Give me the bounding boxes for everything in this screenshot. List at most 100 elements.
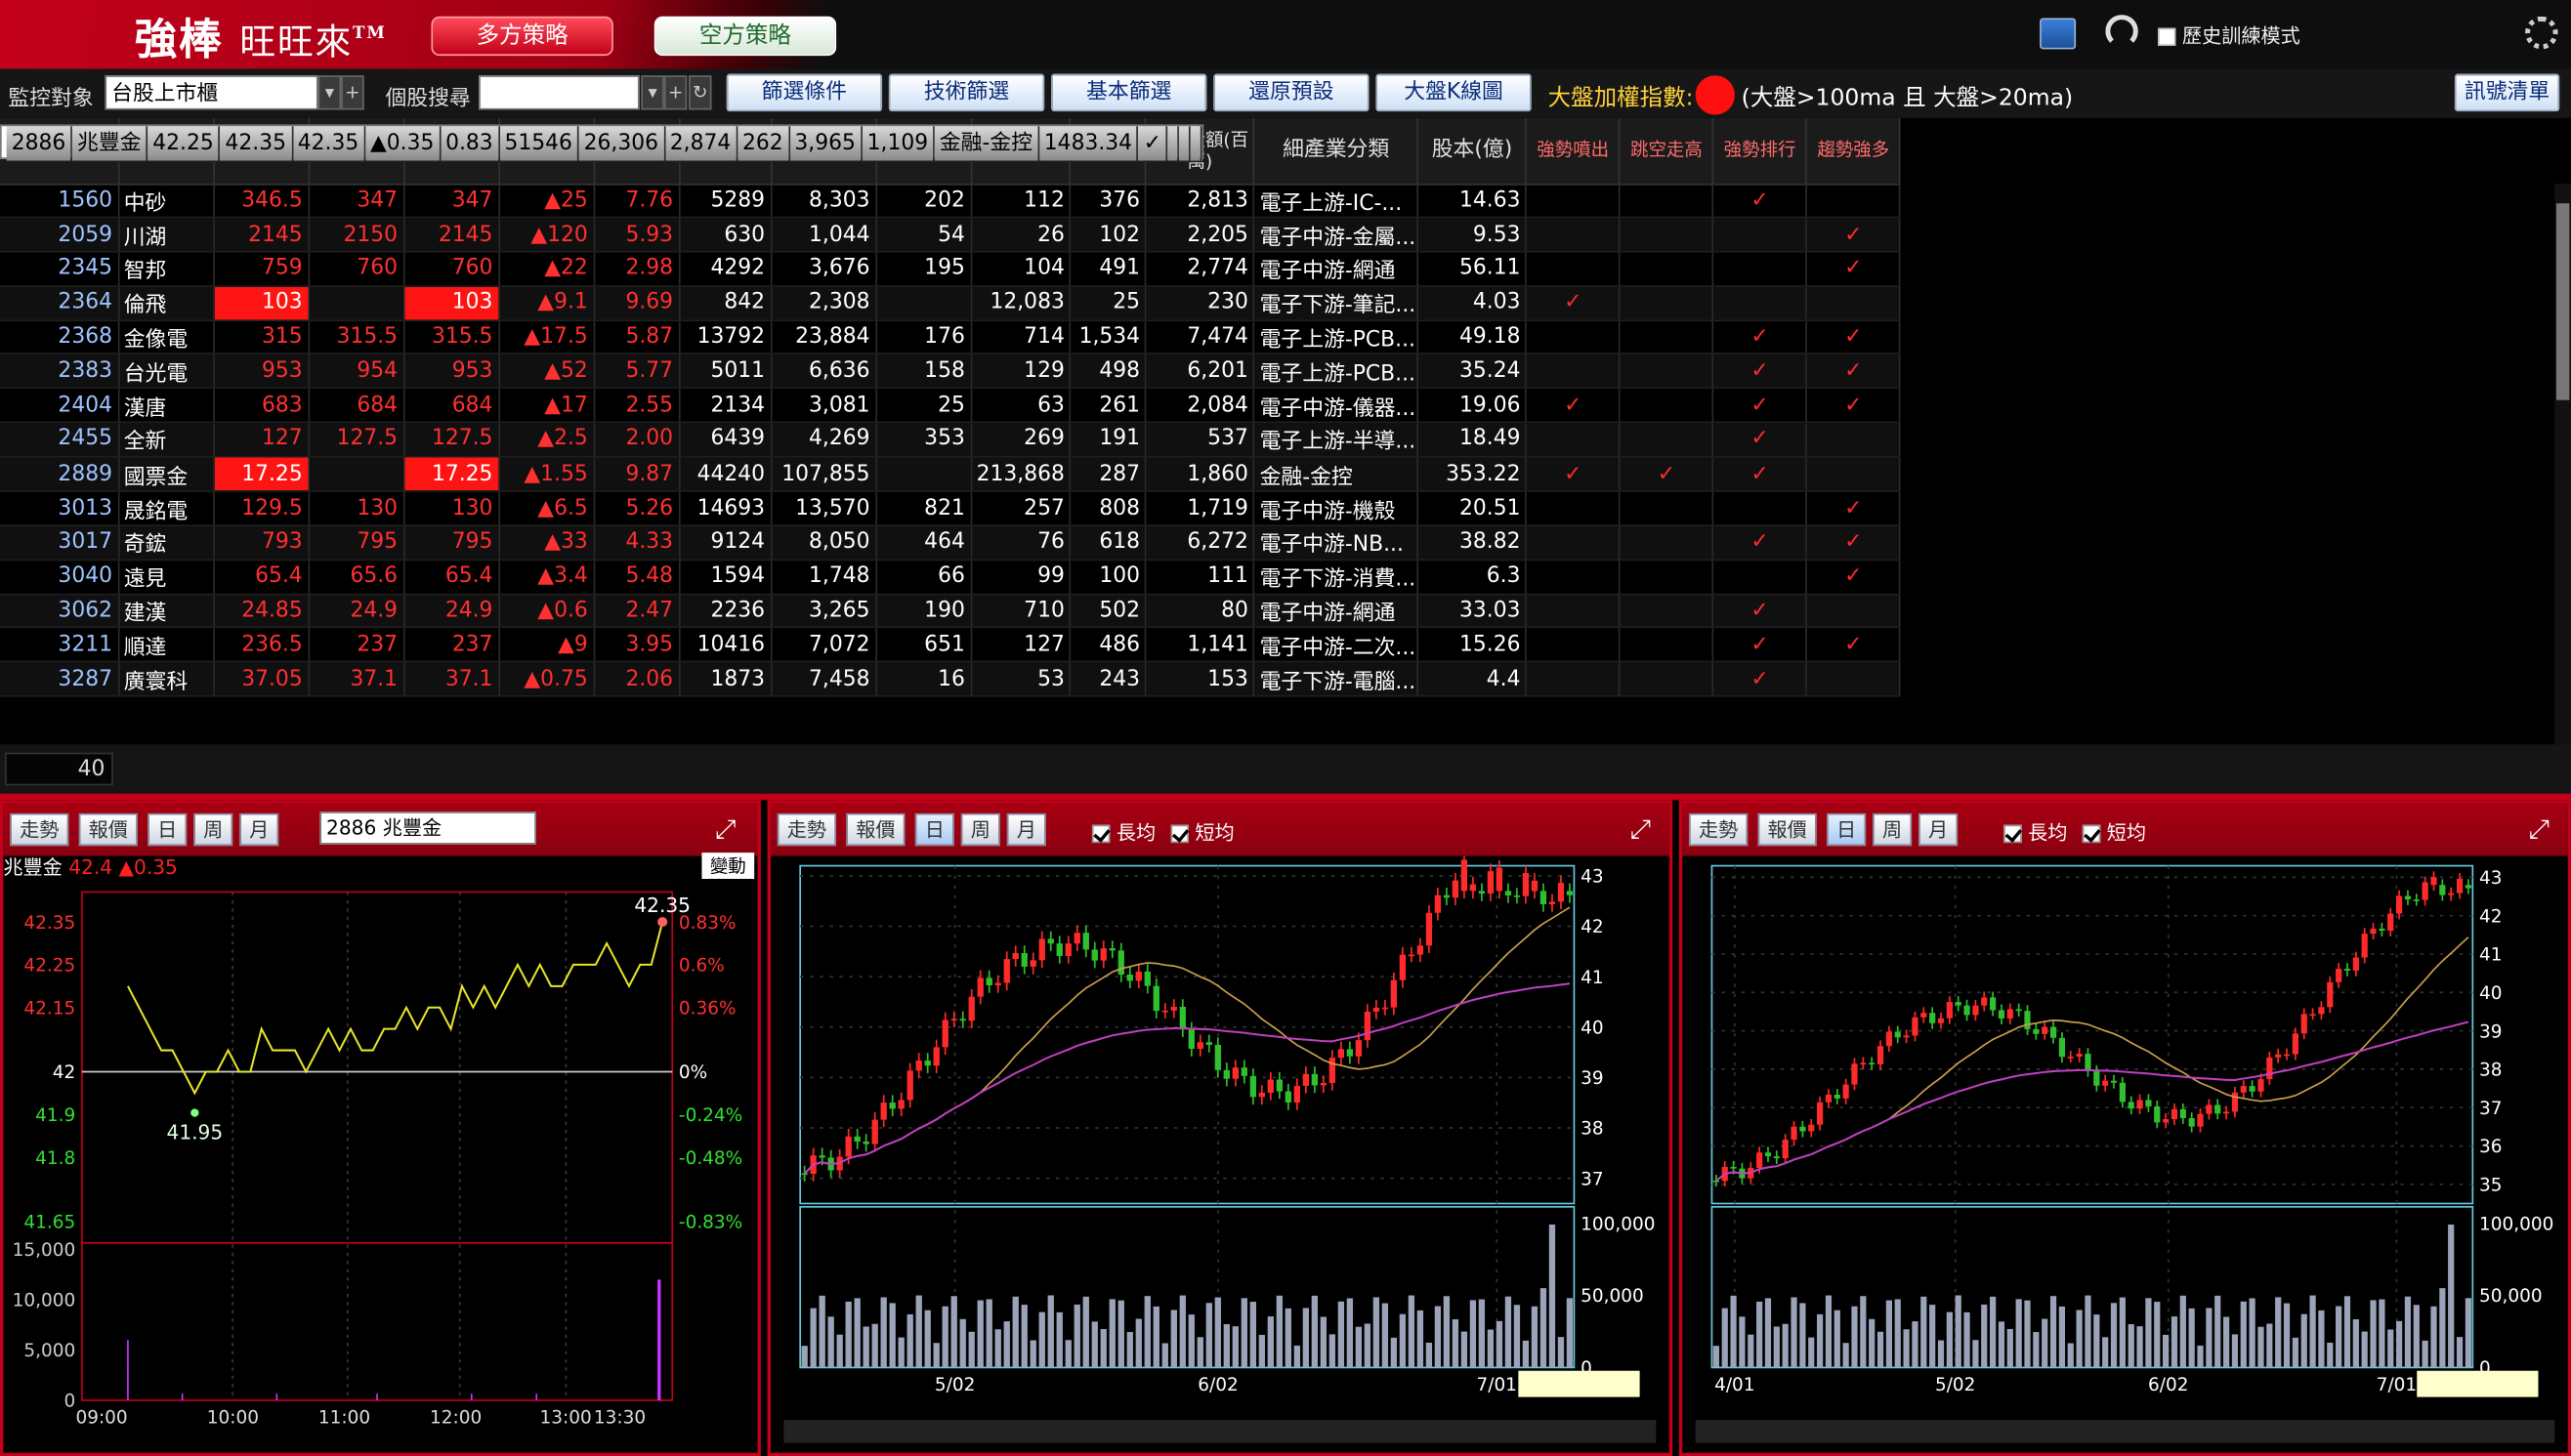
column-header[interactable]: 趨勢強多: [1806, 117, 1901, 185]
cell-bid: 17.25: [213, 457, 310, 493]
tab-trend[interactable]: 走勢: [10, 812, 69, 847]
plus-icon[interactable]: +: [663, 75, 688, 110]
refresh-icon[interactable]: ↻: [689, 75, 712, 110]
row-count[interactable]: 40: [5, 752, 113, 786]
expand-icon[interactable]: ⤢: [715, 813, 748, 847]
tab-day[interactable]: 日: [914, 812, 954, 847]
long-ma-checkbox[interactable]: [2003, 824, 2022, 844]
calendar-icon[interactable]: [2040, 18, 2077, 50]
table-row[interactable]: 1560 中砂 346.5 347 347 ▲25 7.76 5289 8,303 202 112 3…: [0, 184, 1901, 219]
fundamental-filter-button[interactable]: 基本篩選: [1050, 73, 1207, 112]
cell-ask: 684: [308, 388, 404, 424]
market-kline-button[interactable]: 大盤K線圖: [1375, 73, 1532, 112]
price-tick-label: 42.35: [23, 913, 75, 934]
monitor-select[interactable]: 台股上市櫃: [105, 75, 318, 110]
volume-bar: [827, 1316, 834, 1368]
short-ma-checkbox[interactable]: [2082, 824, 2101, 844]
candle-body: [2343, 969, 2351, 971]
table-row[interactable]: 2059 川湖 2145 2150 2145 ▲120 5.93 630 1,044 54 26 10…: [0, 217, 1901, 253]
tab-week[interactable]: 周: [193, 812, 233, 847]
app-window: 強棒 旺旺來TM 多方策略 空方策略 歷史訓練模式 監控對象 台股上市櫃 ▾ +…: [0, 0, 2571, 1456]
long-ma-checkbox[interactable]: [1091, 824, 1111, 844]
table-row[interactable]: 2886 兆豐金 42.25 42.35 42.35 ▲0.35 0.83 51546 26,3…: [0, 124, 1204, 163]
short-ma-checkbox[interactable]: [1170, 824, 1189, 844]
cell-chg: ▲52: [498, 354, 595, 390]
stock-search-input[interactable]: [479, 75, 640, 110]
short-strategy-button[interactable]: 空方策略: [653, 16, 837, 57]
mode-button[interactable]: 變動: [701, 853, 755, 879]
volume-bar: [1038, 1311, 1045, 1368]
volume-bar: [880, 1297, 887, 1368]
table-row[interactable]: 2889 國票金 17.25 17.25 ▲1.55 9.87 44240 107,855 21…: [0, 457, 1901, 493]
tab-trend[interactable]: 走勢: [1688, 812, 1749, 847]
table-row[interactable]: 2455 全新 127 127.5 127.5 ▲2.5 2.00 6439 4,269 353 2…: [0, 422, 1901, 458]
short-ma-toggle[interactable]: 短均: [1170, 818, 1235, 847]
gear-icon[interactable]: [2525, 16, 2558, 50]
volume-bar: [942, 1306, 948, 1368]
table-row[interactable]: 2368 金像電 315 315.5 315.5 ▲17.5 5.87 13792 23,884…: [0, 319, 1901, 355]
candle-body: [1782, 1140, 1789, 1159]
volume-bar: [1267, 1316, 1274, 1368]
cell-sellq: 195: [875, 251, 972, 287]
table-row[interactable]: 2364 倫飛 103 103 ▲9.1 9.69 842 2,308 12,083 25 230 電…: [0, 285, 1901, 321]
headset-icon[interactable]: [2105, 15, 2138, 48]
volume-bar: [1531, 1306, 1538, 1368]
column-header[interactable]: 跳空走高: [1620, 117, 1714, 185]
volume-bar: [2171, 1316, 2178, 1368]
candle-body: [2465, 885, 2472, 889]
tab-week[interactable]: 周: [960, 812, 1000, 847]
table-row[interactable]: 3211 順達 236.5 237 237 ▲9 3.95 10416 7,072 651 127 4…: [0, 627, 1901, 663]
stock-table: 代號名稱買價賣價成交價漲跌漲跌幅5日均量總量委賣量委買量單量成交金額(百萬)細產…: [0, 117, 2571, 745]
chevron-down-icon[interactable]: ▾: [641, 75, 664, 110]
table-row[interactable]: 3062 建漢 24.85 24.9 24.9 ▲0.6 2.47 2236 3,265 190 7…: [0, 593, 1901, 629]
long-strategy-button[interactable]: 多方策略: [431, 16, 613, 57]
candle-body: [1179, 1007, 1186, 1030]
table-scrollbar[interactable]: [2554, 184, 2571, 745]
tab-month[interactable]: 月: [1918, 812, 1959, 847]
table-row[interactable]: 2345 智邦 759 760 760 ▲22 2.98 4292 3,676 195 104 491…: [0, 251, 1901, 287]
cell-sellq: 353: [875, 422, 972, 458]
cell-single: 243: [1070, 661, 1147, 697]
cell-vol5: 1594: [678, 560, 772, 595]
table-row[interactable]: 3287 廣寰科 37.05 37.1 37.1 ▲0.75 2.06 1873 7,458 16…: [0, 661, 1901, 697]
column-header[interactable]: 強勢排行: [1712, 117, 1808, 185]
table-row[interactable]: 3017 奇鋐 793 795 795 ▲33 4.33 9124 8,050 464 76 618 6…: [0, 525, 1901, 561]
candle-body: [1548, 901, 1556, 904]
plus-icon[interactable]: +: [341, 75, 364, 110]
column-header[interactable]: 股本(億): [1417, 117, 1528, 185]
volume-tick-label: 5,000: [23, 1341, 75, 1361]
candle-body: [2300, 1014, 2307, 1034]
chevron-down-icon[interactable]: ▾: [317, 75, 342, 110]
history-mode-checkbox[interactable]: [2158, 27, 2176, 47]
tab-month[interactable]: 月: [1006, 812, 1046, 847]
candle-body: [1730, 1166, 1737, 1169]
short-ma-toggle[interactable]: 短均: [2082, 818, 2146, 847]
cell-chg: ▲9.1: [498, 285, 595, 321]
symbol-select[interactable]: 2886 兆豐金: [319, 811, 536, 845]
restore-default-button[interactable]: 還原預設: [1213, 73, 1370, 112]
table-row[interactable]: 3013 晟銘電 129.5 130 130 ▲6.5 5.26 14693 13,570 821…: [0, 491, 1901, 526]
table-row[interactable]: 2383 台光電 953 954 953 ▲52 5.77 5011 6,636 158 129 49…: [0, 354, 1901, 390]
tab-month[interactable]: 月: [239, 812, 279, 847]
long-ma-toggle[interactable]: 長均: [1091, 818, 1156, 847]
history-mode-toggle[interactable]: 歷史訓練模式: [2158, 21, 2300, 50]
tab-day[interactable]: 日: [1826, 812, 1867, 847]
technical-filter-button[interactable]: 技術篩選: [888, 73, 1045, 112]
tab-quote[interactable]: 報價: [78, 812, 139, 847]
column-header[interactable]: 強勢噴出: [1526, 117, 1621, 185]
tab-trend[interactable]: 走勢: [777, 812, 837, 847]
panel-divider[interactable]: [0, 793, 2571, 801]
candle-body: [1860, 1062, 1867, 1065]
tab-day[interactable]: 日: [148, 812, 188, 847]
column-header[interactable]: 細產業分類: [1253, 117, 1419, 185]
long-ma-toggle[interactable]: 長均: [2003, 818, 2067, 847]
table-row[interactable]: 2404 漢唐 683 684 684 ▲17 2.55 2134 3,081 25 63 261 2,…: [0, 388, 1901, 424]
tab-quote[interactable]: 報價: [846, 812, 906, 847]
tab-quote[interactable]: 報價: [1757, 812, 1817, 847]
filter-conditions-button[interactable]: 篩選條件: [726, 73, 883, 112]
table-row[interactable]: 3040 遠見 65.4 65.6 65.4 ▲3.4 5.48 1594 1,748 66 99 1…: [0, 560, 1901, 595]
signal-list-button[interactable]: 訊號清單: [2454, 73, 2560, 112]
tab-week[interactable]: 周: [1872, 812, 1913, 847]
expand-icon[interactable]: ⤢: [1630, 813, 1664, 847]
expand-icon[interactable]: ⤢: [2528, 813, 2561, 847]
